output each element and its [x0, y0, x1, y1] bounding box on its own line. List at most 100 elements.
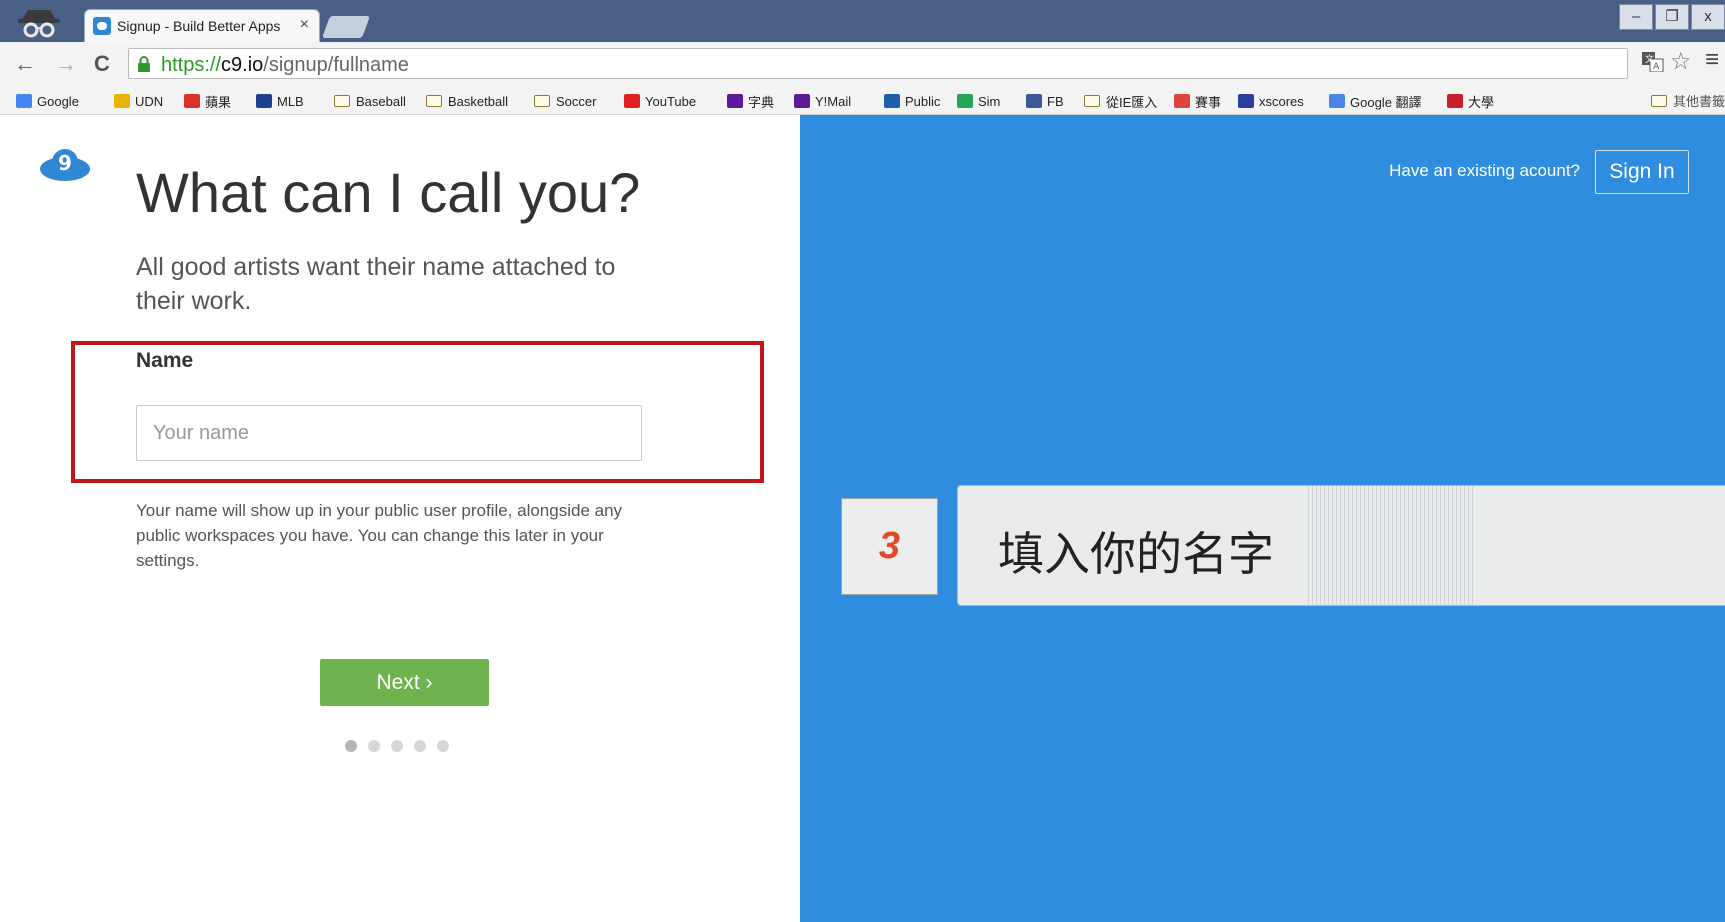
bookmark-item[interactable]: 從IE匯入	[1084, 91, 1157, 111]
browser-tab[interactable]: Signup - Build Better Apps ×	[84, 9, 320, 42]
bookmark-label: xscores	[1259, 93, 1304, 109]
step-dot	[368, 740, 380, 752]
bookmark-label: 賽事	[1195, 94, 1222, 110]
bookmark-item[interactable]: 大學	[1447, 91, 1494, 111]
bookmark-label: Public	[905, 93, 941, 109]
sign-in-button[interactable]: Sign In	[1595, 150, 1689, 194]
new-tab-button[interactable]	[321, 16, 371, 38]
tab-close-icon[interactable]: ×	[300, 16, 309, 34]
bookmark-item[interactable]: Soccer	[534, 91, 596, 111]
menu-icon[interactable]: ≡	[1705, 46, 1719, 74]
incognito-icon	[18, 10, 60, 38]
back-arrow-icon[interactable]: ←	[14, 51, 36, 77]
cloud9-favicon-icon	[93, 17, 111, 35]
bookmark-label: YouTube	[645, 93, 697, 109]
mlb-icon	[256, 94, 272, 108]
bookmarks-bar: Google UDN 蘋果 MLB Baseball Basketball Soccer Yo…	[0, 85, 1725, 115]
other-bookmarks-label: 其他書籤	[1672, 94, 1725, 109]
next-button[interactable]: Next ›	[320, 659, 489, 706]
bookmark-label: Soccer	[556, 93, 597, 109]
bookmark-label: Google 翻譯	[1350, 94, 1422, 110]
udn-icon	[114, 94, 130, 108]
bookmark-label: Basketball	[448, 93, 508, 109]
bookmark-item[interactable]: Baseball	[334, 91, 406, 111]
xscores-icon	[1238, 94, 1254, 108]
google-icon	[16, 94, 32, 108]
minimize-button[interactable]: –	[1619, 4, 1653, 30]
bookmark-label: MLB	[277, 93, 304, 109]
annotation-text: 填入你的名字	[998, 527, 1274, 581]
bookmark-item[interactable]: 賽事	[1174, 91, 1221, 111]
bookmark-star-icon[interactable]: ☆	[1670, 47, 1692, 76]
bookmark-item[interactable]: FB	[1026, 91, 1064, 111]
name-label: Name	[136, 349, 194, 372]
step-dot	[345, 740, 357, 752]
bookmark-label: 蘋果	[205, 94, 232, 110]
reload-icon[interactable]: C	[94, 51, 110, 77]
restore-button[interactable]: ❐	[1655, 4, 1689, 30]
step-dot	[391, 740, 403, 752]
tab-title: Signup - Build Better Apps	[117, 18, 281, 34]
page-title: What can I call you?	[136, 161, 641, 224]
bookmark-item[interactable]: Google 翻譯	[1329, 91, 1422, 111]
bookmark-label: Baseball	[356, 93, 406, 109]
bookmark-item[interactable]: xscores	[1238, 91, 1304, 111]
annotation-step-badge: 3	[841, 498, 938, 595]
url-text: https://c9.io/signup/fullname	[161, 54, 409, 76]
youtube-icon	[624, 94, 640, 108]
bookmark-label: 字典	[748, 94, 775, 110]
university-icon	[1447, 94, 1463, 108]
address-bar[interactable]: https://c9.io/signup/fullname	[128, 48, 1628, 79]
bookmark-label: Sim	[978, 93, 1001, 109]
bookmark-item[interactable]: 字典	[727, 91, 774, 111]
lock-icon	[138, 56, 150, 72]
bookmark-item[interactable]: Google	[16, 91, 79, 111]
bookmark-item[interactable]: UDN	[114, 91, 163, 111]
folder-icon	[334, 95, 350, 107]
cloud9-logo-icon: 9	[40, 149, 90, 181]
bookmark-label: 大學	[1468, 94, 1495, 110]
sim-icon	[957, 94, 973, 108]
folder-icon	[534, 95, 550, 107]
bookmark-label: 從IE匯入	[1106, 94, 1158, 110]
annotation-callout: 填入你的名字	[957, 485, 1725, 606]
forward-arrow-icon[interactable]: →	[55, 51, 77, 77]
folder-icon	[1084, 95, 1100, 107]
yahoo-icon	[794, 94, 810, 108]
callout-pattern	[1308, 486, 1473, 605]
bookmark-label: Google	[37, 93, 79, 109]
translate-icon[interactable]: 文 A	[1642, 52, 1664, 72]
name-help-text: Your name will show up in your public us…	[136, 501, 623, 570]
translate-icon	[1329, 94, 1345, 108]
bookmark-item[interactable]: YouTube	[624, 91, 696, 111]
yahoo-icon	[727, 94, 743, 108]
page-subtitle: All good artists want their name attache…	[136, 253, 616, 315]
other-bookmarks[interactable]: 其他書籤	[1650, 91, 1725, 110]
cloud-icon	[884, 94, 900, 108]
bookmark-item[interactable]: 蘋果	[184, 91, 231, 111]
bookmark-item[interactable]: Y!Mail	[794, 91, 851, 111]
step-indicator	[345, 740, 460, 752]
bookmark-item[interactable]: MLB	[256, 91, 304, 111]
facebook-icon	[1026, 94, 1042, 108]
apple-icon	[184, 94, 200, 108]
tab-strip: Signup - Build Better Apps × – ❐ x	[0, 0, 1725, 42]
bookmark-label: UDN	[135, 93, 164, 109]
bookmark-item[interactable]: Sim	[957, 91, 1000, 111]
window-controls: – ❐ x	[1617, 4, 1725, 30]
bookmark-label: Y!Mail	[815, 93, 852, 109]
close-window-button[interactable]: x	[1691, 4, 1725, 30]
svg-text:9: 9	[58, 151, 72, 175]
folder-icon	[426, 95, 442, 107]
annotation-step-number: 3	[878, 525, 901, 567]
bookmark-item[interactable]: Public	[884, 91, 940, 111]
step-dot	[414, 740, 426, 752]
name-input[interactable]	[136, 405, 642, 461]
svg-text:A: A	[1653, 62, 1660, 72]
bookmark-label: FB	[1047, 93, 1064, 109]
sports-icon	[1174, 94, 1190, 108]
browser-toolbar: ← → C https://c9.io/signup/fullname 文 A …	[0, 42, 1725, 85]
bookmark-item[interactable]: Basketball	[426, 91, 508, 111]
folder-icon	[1650, 94, 1667, 107]
step-dot	[437, 740, 449, 752]
